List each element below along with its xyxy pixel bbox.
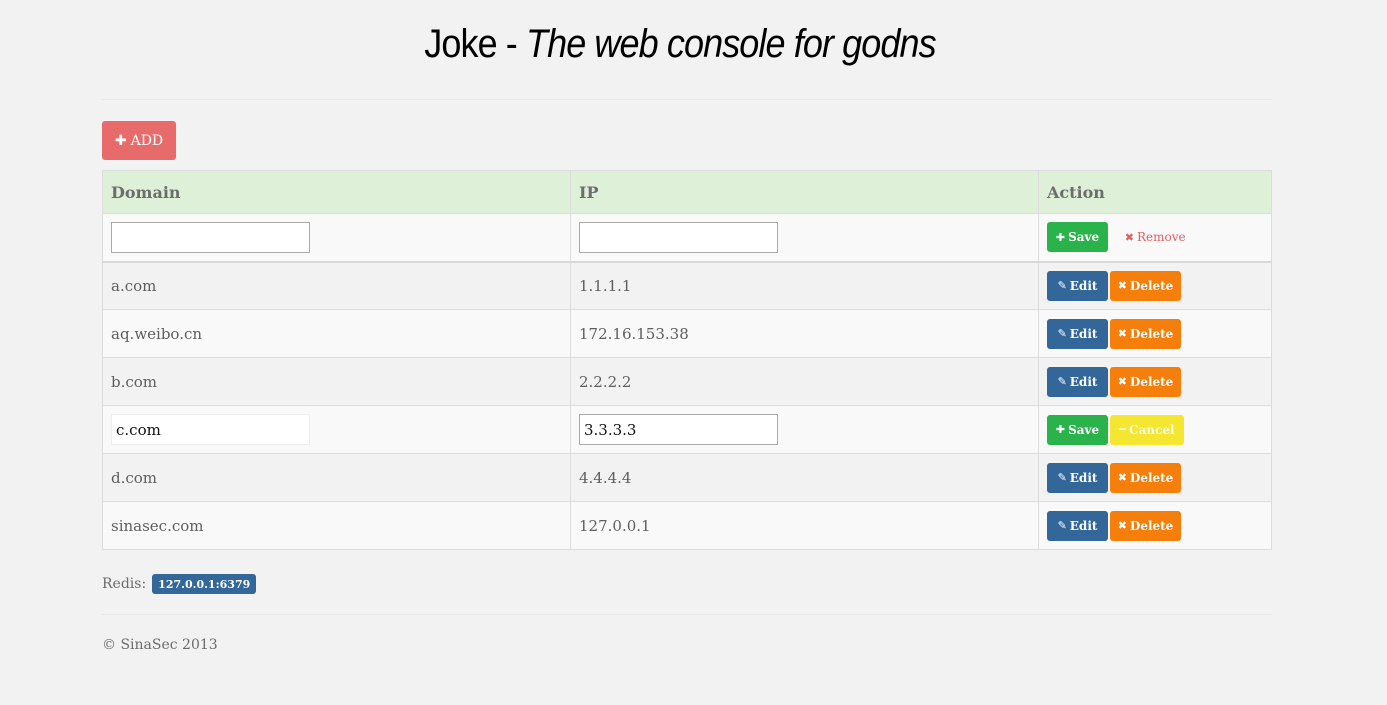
edit-label: Edit [1069,278,1098,293]
table-row: b.com 2.2.2.2 ✎ Edit ✖ Delete [102,357,1272,406]
save-label: Save [1068,230,1100,245]
ip-cell: 4.4.4.4 [570,453,1039,502]
delete-button[interactable]: ✖ Delete [1110,510,1181,541]
close-icon: ✖ [1117,471,1127,484]
ip-edit-input[interactable] [579,414,778,445]
ip-cell: 1.1.1.1 [570,261,1039,310]
save-button[interactable]: ✚ Save [1047,414,1108,445]
redis-address-badge: 127.0.0.1:6379 [152,574,257,594]
edit-button[interactable]: ✎ Edit [1047,318,1108,349]
edit-label: Edit [1069,374,1098,389]
edit-icon: ✎ [1057,279,1067,293]
add-button[interactable]: ✚ ADD [102,121,176,160]
bottom-divider [102,614,1272,615]
column-header-action: Action [1038,170,1272,214]
table-row: a.com 1.1.1.1 ✎ Edit ✖ Delete [102,261,1272,310]
records-table: Domain IP Action ✚ Save ✖ Remove a.com 1… [102,170,1272,550]
remove-label: Remove [1137,230,1186,245]
close-icon: ✖ [1117,279,1127,293]
plus-icon: ✚ [1055,230,1066,244]
delete-label: Delete [1129,518,1174,533]
edit-icon: ✎ [1057,327,1067,340]
domain-cell: aq.weibo.cn [102,309,571,358]
close-icon: ✖ [1117,375,1127,388]
ip-cell: 2.2.2.2 [570,357,1039,406]
cancel-label: Cancel [1129,422,1175,437]
action-cell: ✎ Edit ✖ Delete [1038,453,1272,502]
minus-icon: ━ [1119,423,1127,436]
plus-icon: ✚ [114,132,127,149]
delete-label: Delete [1129,374,1174,389]
edit-icon: ✎ [1057,471,1067,484]
new-ip-input[interactable] [579,221,778,253]
domain-cell: sinasec.com [102,501,571,550]
table-row: aq.weibo.cn 172.16.153.38 ✎ Edit ✖ Delete [102,309,1272,358]
domain-cell: b.com [102,357,571,406]
delete-button[interactable]: ✖ Delete [1110,462,1181,493]
new-action-cell: ✚ Save ✖ Remove [1038,213,1272,262]
page-title: Joke - The web console for godns [68,22,1292,67]
delete-button[interactable]: ✖ Delete [1110,318,1181,349]
action-cell: ✎ Edit ✖ Delete [1038,309,1272,358]
delete-button[interactable]: ✖ Delete [1110,270,1181,301]
new-record-row: ✚ Save ✖ Remove [102,213,1272,262]
domain-cell: a.com [102,261,571,310]
top-divider [102,99,1272,100]
edit-label: Edit [1069,326,1098,341]
add-button-label: ADD [130,132,164,149]
action-cell: ✎ Edit ✖ Delete [1038,357,1272,406]
new-save-button[interactable]: ✚ Save [1047,222,1108,253]
table-header-row: Domain IP Action [102,170,1272,214]
column-header-ip: IP [570,170,1039,214]
edit-button[interactable]: ✎ Edit [1047,462,1108,493]
edit-label: Edit [1069,518,1098,533]
edit-icon: ✎ [1057,375,1067,388]
domain-edit-input[interactable] [111,414,310,445]
edit-label: Edit [1069,470,1098,485]
action-cell: ✚ Save ━ Cancel [1038,405,1272,454]
plus-icon: ✚ [1055,423,1066,436]
close-icon: ✖ [1117,519,1127,532]
delete-label: Delete [1129,326,1174,341]
cancel-button[interactable]: ━ Cancel [1110,414,1184,445]
ip-cell: 127.0.0.1 [570,501,1039,550]
redis-status: Redis: 127.0.0.1:6379 [102,574,257,594]
delete-button[interactable]: ✖ Delete [1110,366,1181,397]
delete-label: Delete [1129,278,1174,293]
save-label: Save [1068,422,1100,437]
new-ip-cell [570,213,1039,262]
table-row: ✚Save━Cancel [102,405,1272,454]
edit-button[interactable]: ✎ Edit [1047,270,1108,301]
title-plain: Joke - [424,22,526,66]
close-icon: ✖ [1117,327,1127,340]
edit-icon: ✎ [1057,519,1067,532]
delete-label: Delete [1129,470,1174,485]
action-cell: ✎ Edit ✖ Delete [1038,261,1272,310]
redis-label: Redis: [102,576,147,592]
title-italic: The web console for godns [525,22,937,66]
domain-cell: d.com [102,453,571,502]
edit-button[interactable]: ✎ Edit [1047,366,1108,397]
edit-button[interactable]: ✎ Edit [1047,510,1108,541]
ip-cell: 172.16.153.38 [570,309,1039,358]
footer-copyright: © SinaSec 2013 [102,637,218,653]
new-remove-button[interactable]: ✖ Remove [1117,222,1194,252]
new-domain-input[interactable] [111,221,310,253]
action-cell: ✎ Edit ✖ Delete [1038,501,1272,550]
close-icon: ✖ [1124,230,1134,244]
table-row: d.com 4.4.4.4 ✎ Edit ✖ Delete [102,453,1272,502]
ip-cell [570,405,1039,454]
column-header-domain: Domain [102,170,571,214]
table-row: sinasec.com 127.0.0.1 ✎ Edit ✖ Delete [102,501,1272,550]
domain-cell [102,405,571,454]
new-domain-cell [102,213,571,262]
